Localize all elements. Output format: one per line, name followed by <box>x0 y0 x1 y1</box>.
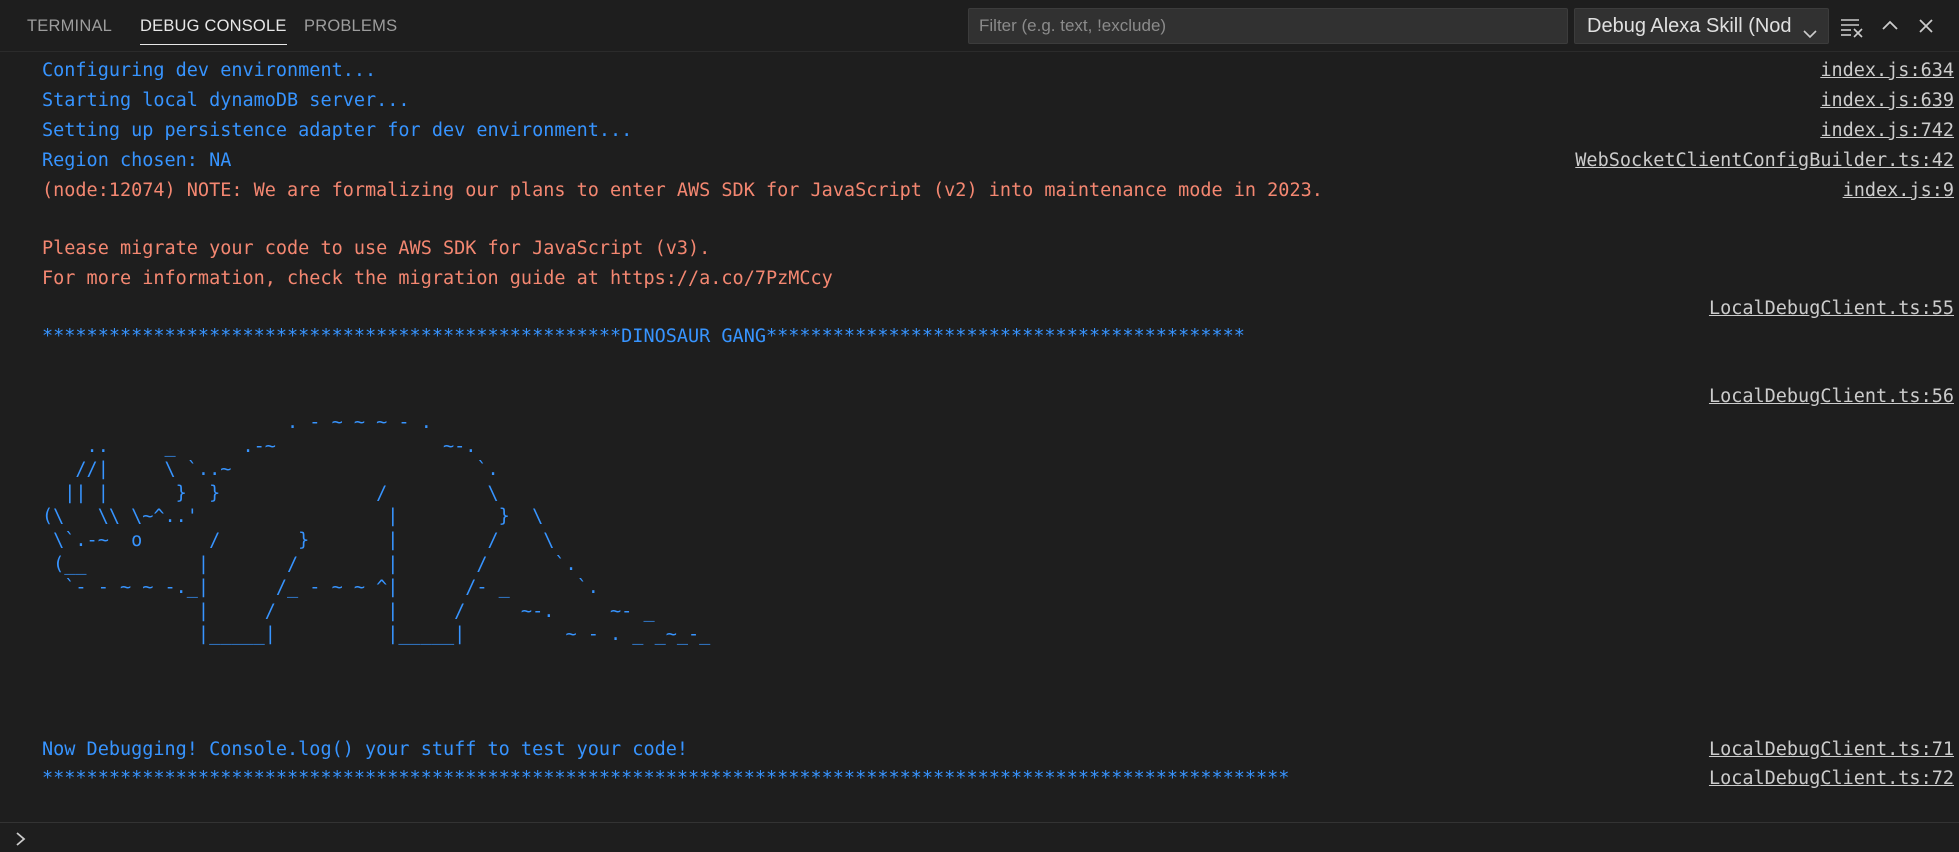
chevron-down-icon <box>1802 19 1818 43</box>
tab-problems[interactable]: PROBLEMS <box>304 0 397 46</box>
console-line: Configuring dev environment... <box>42 60 377 81</box>
repl-input-bar <box>0 822 1959 851</box>
panel-header: TERMINAL DEBUG CONSOLE PROBLEMS Debug Al… <box>0 0 1959 52</box>
console-warning-line: (node:12074) NOTE: We are formalizing ou… <box>42 180 1323 201</box>
source-link[interactable]: index.js:742 <box>1820 117 1954 145</box>
console-warning-line: Please migrate your code to use AWS SDK … <box>42 238 711 259</box>
source-link[interactable]: LocalDebugClient.ts:72 <box>1709 765 1954 793</box>
console-banner-line: ****************************************… <box>42 326 1245 347</box>
source-link[interactable]: index.js:9 <box>1843 177 1954 205</box>
tab-debug-console[interactable]: DEBUG CONSOLE <box>140 0 287 45</box>
source-link[interactable]: index.js:634 <box>1820 57 1954 85</box>
debug-session-select[interactable]: Debug Alexa Skill (Node <box>1574 8 1829 44</box>
debug-session-label: Debug Alexa Skill (Node <box>1587 15 1792 37</box>
console-banner-line: ****************************************… <box>42 768 1290 789</box>
debug-console-output: Configuring dev environment... index.js:… <box>0 52 1959 822</box>
source-link[interactable]: WebSocketClientConfigBuilder.ts:42 <box>1575 147 1954 175</box>
chevron-up-icon[interactable] <box>1876 12 1904 40</box>
repl-input[interactable] <box>40 825 1944 851</box>
tab-terminal[interactable]: TERMINAL <box>27 0 112 46</box>
console-warning-line: For more information, check the migratio… <box>42 268 833 289</box>
source-link[interactable]: LocalDebugClient.ts:56 <box>1709 383 1954 411</box>
source-link[interactable]: LocalDebugClient.ts:55 <box>1709 295 1954 323</box>
source-link[interactable]: LocalDebugClient.ts:71 <box>1709 736 1954 764</box>
console-line: Starting local dynamoDB server... <box>42 90 410 111</box>
source-link[interactable]: index.js:639 <box>1820 87 1954 115</box>
chevron-right-icon <box>14 831 28 852</box>
dinosaur-ascii-art: . - ~ ~ ~ - . .. _ .-~ ~-. //| \ `..~ `.… <box>42 412 711 646</box>
clear-all-icon[interactable] <box>1838 12 1866 40</box>
close-icon[interactable] <box>1912 12 1940 40</box>
console-line: Setting up persistence adapter for dev e… <box>42 120 633 141</box>
filter-input[interactable] <box>968 8 1568 44</box>
console-line: Now Debugging! Console.log() your stuff … <box>42 739 689 760</box>
